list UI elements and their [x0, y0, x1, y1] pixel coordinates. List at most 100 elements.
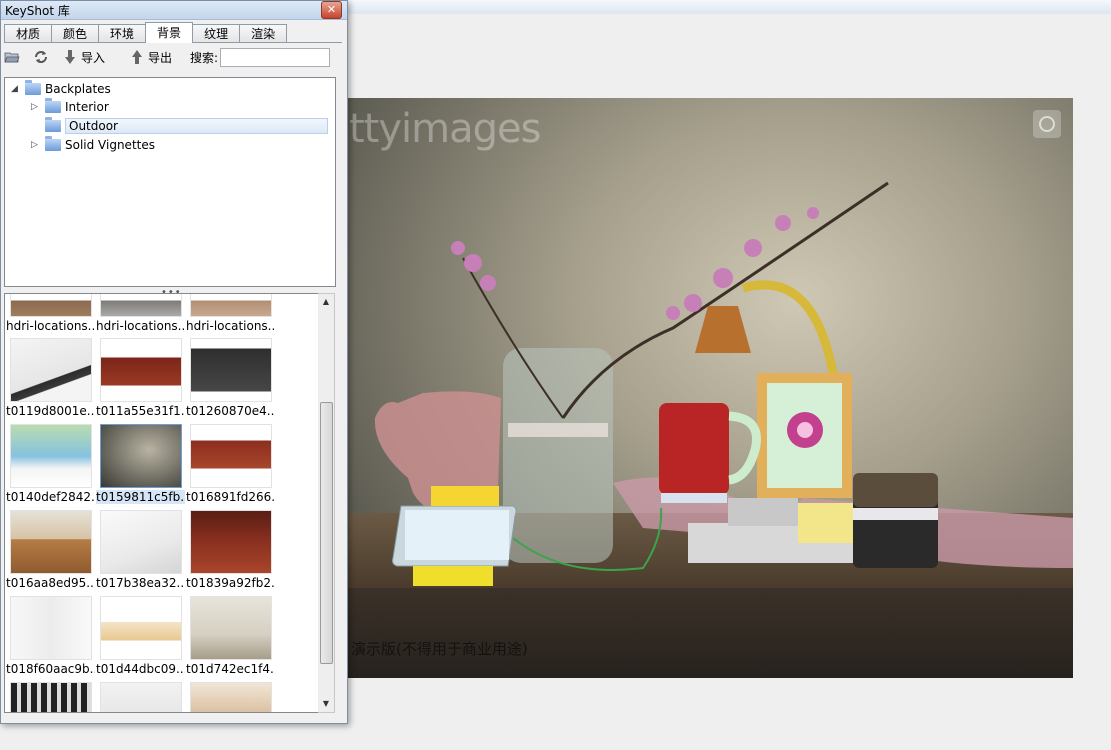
refresh-button[interactable] [33, 49, 52, 65]
tab-renderings[interactable]: 渲染 [239, 24, 288, 43]
thumbnail-caption: hdri-locations... [96, 319, 185, 333]
expand-triangle-icon[interactable]: ▷ [31, 102, 41, 112]
thumbnail-image [10, 294, 92, 317]
scene-illustration [374, 181, 1073, 586]
export-label: 导出 [148, 50, 173, 65]
thumbnail-item[interactable]: hdri-locations... [5, 294, 95, 339]
tab-backplates[interactable]: 背景 [145, 22, 194, 43]
close-button[interactable]: ✕ [321, 1, 342, 19]
thumbnail-grid: hdri-locations... hdri-locations... hdri… [4, 293, 320, 713]
thumbnail-image [10, 338, 92, 402]
thumbnail-caption: t01260870e4... [186, 404, 275, 418]
tree-item-label: Outdoor [65, 118, 328, 134]
thumbnail-item[interactable]: t017b38ea32... [95, 510, 185, 596]
thumbnail-image [10, 682, 92, 712]
demo-watermark-text: 演示版(不得用于商业用途) [351, 640, 528, 658]
library-window: KeyShot 库 ✕ 材质 颜色 环境 背景 纹理 渲染 导入 导出 搜索: … [0, 0, 348, 724]
thumbnail-caption: t011a55e31f1... [96, 404, 185, 418]
tab-colors[interactable]: 颜色 [51, 24, 100, 43]
close-icon: ✕ [326, 3, 337, 16]
thumbnail-caption: t016891fd266... [186, 490, 275, 504]
search-input[interactable] [220, 47, 331, 67]
scroll-down-icon[interactable]: ▼ [318, 696, 334, 712]
thumbnail-item[interactable] [95, 682, 185, 712]
thumbnail-caption: t016aa8ed95... [6, 576, 95, 590]
library-title: KeyShot 库 [5, 3, 70, 18]
library-tabs: 材质 颜色 环境 背景 纹理 渲染 [4, 22, 288, 43]
thumbnail-image [190, 596, 272, 660]
scroll-up-icon[interactable]: ▲ [318, 294, 334, 310]
app-title-bar [346, 0, 1111, 15]
backplate-tree: ◢ Backplates ▷ Interior Outdoor ▷ Solid … [4, 77, 336, 287]
arrow-up-icon [129, 49, 145, 65]
thumbnail-caption: t0159811c5fb... [96, 490, 185, 504]
search-label: 搜索: [190, 50, 219, 65]
thumbnail-image [10, 424, 92, 488]
render-view[interactable]: ttyimages 演示版(不得用于商业用途) [343, 98, 1073, 678]
scrollbar-thumb[interactable] [320, 402, 333, 664]
import-button[interactable]: 导入 [62, 49, 105, 66]
thumbnail-image [190, 338, 272, 402]
arrow-down-icon [62, 49, 78, 65]
tree-item-solid-vignettes[interactable]: ▷ Solid Vignettes [31, 136, 155, 154]
collapse-triangle-icon[interactable]: ◢ [11, 84, 21, 94]
refresh-icon [33, 49, 49, 65]
thumbnail-caption: t01d44dbc09... [96, 662, 185, 676]
library-toolbar: 导入 导出 搜索: [4, 45, 342, 69]
thumbnail-item[interactable]: t01260870e4... [185, 338, 275, 424]
thumbnail-image [10, 596, 92, 660]
thumbnail-item[interactable]: t016891fd266... [185, 424, 275, 510]
thumbnail-item[interactable]: t0140def2842... [5, 424, 95, 510]
thumbnail-item[interactable]: t01d742ec1f4... [185, 596, 275, 682]
thumbnail-image [10, 510, 92, 574]
thumbnail-image [190, 510, 272, 574]
thumbnail-image [100, 424, 182, 488]
library-title-bar[interactable]: KeyShot 库 [1, 1, 347, 20]
folder-icon [45, 98, 61, 113]
tree-item-label: Solid Vignettes [65, 138, 155, 152]
thumbnail-item[interactable] [185, 682, 275, 712]
thumbnail-caption: t0140def2842... [6, 490, 95, 504]
thumbnail-caption: hdri-locations... [6, 319, 95, 333]
thumbnail-caption: hdri-locations... [186, 319, 275, 333]
thumbnail-image [100, 338, 182, 402]
tree-item-interior[interactable]: ▷ Interior [31, 98, 109, 116]
thumbnail-scrollbar[interactable]: ▲ ▼ [318, 293, 335, 713]
tree-item-label: Backplates [45, 82, 111, 96]
thumbnail-item[interactable]: t011a55e31f1... [95, 338, 185, 424]
thumbnail-item[interactable]: t018f60aac9b... [5, 596, 95, 682]
thumbnail-caption: t017b38ea32... [96, 576, 185, 590]
thumbnail-item[interactable]: t0119d8001e... [5, 338, 95, 424]
tree-item-outdoor[interactable]: Outdoor [45, 117, 328, 135]
tab-materials[interactable]: 材质 [4, 24, 53, 43]
thumbnail-caption: t01d742ec1f4... [186, 662, 275, 676]
thumbnail-image [100, 596, 182, 660]
thumbnail-caption: t018f60aac9b... [6, 662, 95, 676]
thumbnail-image [190, 682, 272, 712]
thumbnail-caption: t01839a92fb2... [186, 576, 275, 590]
thumbnail-image [190, 294, 272, 317]
folder-icon [25, 80, 41, 95]
thumbnail-item[interactable]: t016aa8ed95... [5, 510, 95, 596]
folder-icon [45, 117, 61, 132]
tab-textures[interactable]: 纹理 [192, 24, 241, 43]
import-label: 导入 [81, 50, 106, 65]
export-button[interactable]: 导出 [129, 49, 172, 66]
thumbnail-caption: t0119d8001e... [6, 404, 95, 418]
thumbnail-image [190, 424, 272, 488]
expand-triangle-icon[interactable]: ▷ [31, 140, 41, 150]
thumbnail-image [100, 294, 182, 317]
thumbnail-item[interactable]: hdri-locations... [185, 294, 275, 339]
thumbnail-item-selected[interactable]: t0159811c5fb... [95, 424, 185, 510]
open-folder-button[interactable] [4, 49, 23, 65]
tab-environments[interactable]: 环境 [98, 24, 147, 43]
folder-icon [45, 136, 61, 151]
thumbnail-image [100, 510, 182, 574]
tree-item-label: Interior [65, 100, 109, 114]
thumbnail-item[interactable]: t01839a92fb2... [185, 510, 275, 596]
thumbnail-image [100, 682, 182, 712]
thumbnail-item[interactable] [5, 682, 95, 712]
thumbnail-item[interactable]: hdri-locations... [95, 294, 185, 339]
tree-item-backplates[interactable]: ◢ Backplates [11, 80, 111, 98]
thumbnail-item[interactable]: t01d44dbc09... [95, 596, 185, 682]
